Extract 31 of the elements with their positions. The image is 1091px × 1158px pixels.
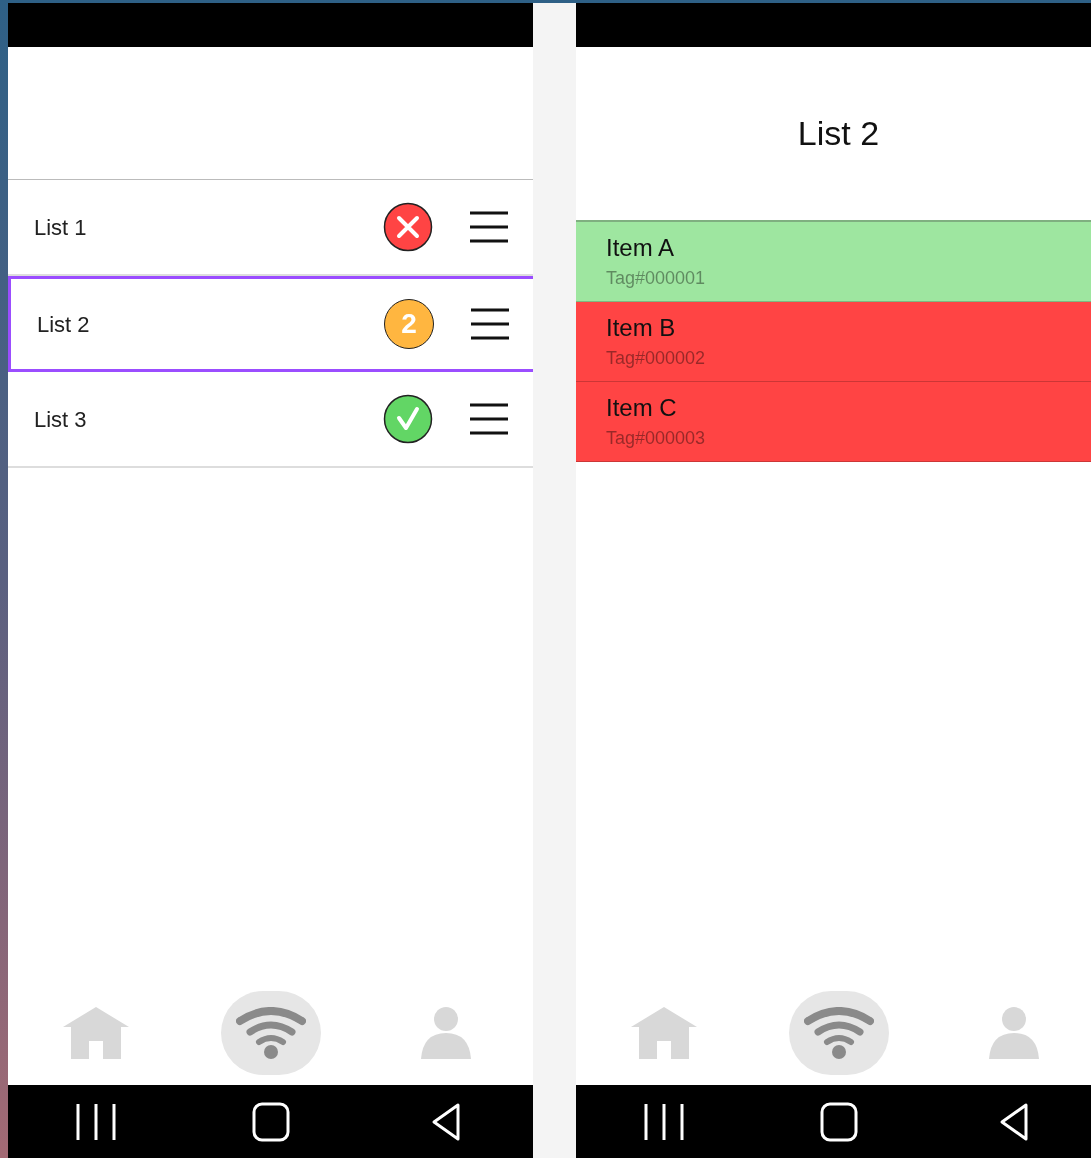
- home-icon: [62, 1007, 129, 1059]
- wifi-icon: [235, 1007, 306, 1059]
- list-row[interactable]: List 1: [8, 180, 533, 276]
- wifi-icon: [803, 1007, 874, 1059]
- back-icon[interactable]: [430, 1102, 461, 1141]
- item-tag: Tag#000003: [606, 427, 1091, 450]
- item-tag: Tag#000001: [606, 267, 1091, 290]
- menu-icon[interactable]: [471, 307, 509, 341]
- check-icon: [383, 394, 433, 444]
- back-icon[interactable]: [998, 1102, 1029, 1141]
- person-icon: [988, 1007, 1039, 1059]
- home-button-icon[interactable]: [819, 1101, 858, 1142]
- person-icon: [420, 1007, 471, 1059]
- item-name: Item A: [606, 233, 676, 264]
- error-icon: [383, 202, 433, 252]
- home-icon: [630, 1007, 697, 1059]
- menu-icon[interactable]: [470, 402, 508, 436]
- list-name: List 2: [37, 310, 91, 339]
- item-row[interactable]: Item C Tag#000003: [576, 382, 1091, 462]
- item-name: Item B: [606, 313, 677, 344]
- screen-title: List 2: [797, 113, 880, 154]
- list-name: List 1: [34, 213, 88, 242]
- item-row[interactable]: Item B Tag#000002: [576, 302, 1091, 382]
- count-badge: 2: [384, 299, 434, 349]
- item-tag: Tag#000002: [606, 347, 1091, 370]
- home-button-icon[interactable]: [251, 1101, 290, 1142]
- list-row[interactable]: List 3: [8, 372, 533, 468]
- menu-icon[interactable]: [470, 210, 508, 244]
- list-name: List 3: [34, 405, 88, 434]
- item-row[interactable]: Item A Tag#000001: [576, 222, 1091, 302]
- item-name: Item C: [606, 393, 678, 424]
